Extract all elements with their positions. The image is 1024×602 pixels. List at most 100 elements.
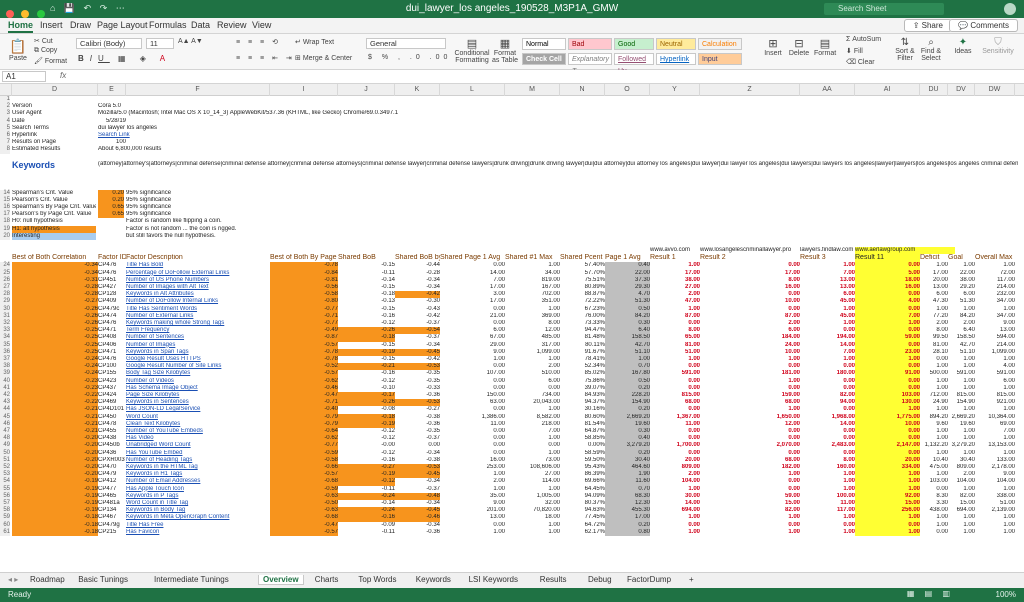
cut-button[interactable]: ✂ Cut <box>34 37 53 45</box>
font-style-buttons[interactable]: BIU ▦ ◈ A <box>78 54 171 63</box>
row-number[interactable]: 48 <box>0 435 10 443</box>
table-header[interactable]: Shared #1 Max <box>505 254 560 262</box>
row-number[interactable]: 8 <box>0 146 10 154</box>
row-number[interactable]: 25 <box>0 269 10 277</box>
table-header[interactable]: Deficit <box>920 254 948 262</box>
factor-description-link[interactable]: Term Frequency <box>126 327 270 334</box>
row-number[interactable]: 41 <box>0 384 10 392</box>
row-number[interactable]: 40 <box>0 377 10 385</box>
factor-description-link[interactable]: Number of Heading Tags <box>126 457 270 464</box>
row-number[interactable]: 42 <box>0 392 10 400</box>
row-number[interactable]: 5 <box>0 124 10 132</box>
column-header[interactable]: M <box>505 84 560 96</box>
row-number[interactable]: 14 <box>0 189 10 197</box>
style-followed-hyperlink[interactable]: Followed Hy... <box>614 53 654 75</box>
factor-description-link[interactable]: Clean Text Kilobytes <box>126 421 270 428</box>
factor-description-link[interactable]: Google Result Number of Site Links <box>126 363 270 370</box>
factor-description-link[interactable]: Has YouTube Embed <box>126 450 270 457</box>
row-number[interactable]: 28 <box>0 291 10 299</box>
row-number[interactable]: 19 <box>0 225 10 233</box>
style-input[interactable]: Input <box>698 53 742 65</box>
factor-description-link[interactable]: Title Has Bold <box>126 262 270 269</box>
column-header[interactable]: I <box>270 84 338 96</box>
factor-description-link[interactable]: Has Apple Touch Icon <box>126 486 270 493</box>
row-number[interactable]: 45 <box>0 413 10 421</box>
align-left-icons[interactable]: ≡ ≡ ≡ ⇤ ⇥ <box>236 54 295 62</box>
clear-button[interactable]: ⌫ Clear <box>846 58 875 66</box>
factor-description-link[interactable]: Number of DoFollow Internal Links <box>126 298 270 305</box>
table-header[interactable]: Shared BoB by Page <box>395 254 440 262</box>
factor-description-link[interactable]: Keywords in Sentences <box>126 399 270 406</box>
row-number[interactable]: 29 <box>0 298 10 306</box>
find-select-button[interactable]: ⌕ Find & Select <box>920 37 942 62</box>
factor-description-link[interactable]: Number of Images <box>126 342 270 349</box>
row-number[interactable]: 46 <box>0 420 10 428</box>
style-good[interactable]: Good <box>614 38 654 50</box>
sheet-tab[interactable]: Results <box>536 575 571 584</box>
tab-page-layout[interactable]: Page Layout <box>97 20 148 30</box>
comments-button[interactable]: 💬 Comments <box>949 19 1018 32</box>
tab-view[interactable]: View <box>252 20 271 30</box>
factor-description-link[interactable]: Keywords in Body Tag <box>126 507 270 514</box>
column-header[interactable]: O <box>605 84 650 96</box>
factor-description-link[interactable]: Has JSON-LD LegalService <box>126 406 270 413</box>
factor-description-link[interactable]: Word Count in Title Tag <box>126 500 270 507</box>
row-number[interactable]: 1 <box>0 96 10 104</box>
font-name-select[interactable]: Calibri (Body) <box>76 38 142 49</box>
sensitivity-button[interactable]: ⛉ Sensitivity <box>980 37 1016 55</box>
sheet-tab[interactable]: LSI Keywords <box>465 575 522 584</box>
style-calculation[interactable]: Calculation <box>698 38 742 50</box>
style-normal[interactable]: Normal <box>522 38 566 50</box>
row-number[interactable]: 16 <box>0 204 10 212</box>
user-avatar[interactable] <box>1004 3 1016 15</box>
column-header[interactable]: DV <box>948 84 975 96</box>
style-explanatory[interactable]: Explanatory T... <box>568 53 612 75</box>
factor-description-link[interactable]: Word Count <box>126 414 270 421</box>
row-number[interactable]: 43 <box>0 399 10 407</box>
row-number[interactable]: 4 <box>0 117 10 125</box>
column-header[interactable]: DW <box>975 84 1015 96</box>
factor-description-link[interactable]: Keywords in Meta OpenGraph Content <box>126 514 270 521</box>
row-number[interactable]: 35 <box>0 341 10 349</box>
row-number[interactable]: 57 <box>0 500 10 508</box>
factor-description-link[interactable]: Title Has Sentiment Words <box>126 306 270 313</box>
view-mode-icons[interactable]: ▦ ▤ ▥ <box>907 589 954 598</box>
table-header[interactable]: Goal <box>948 254 975 262</box>
sheet-tab[interactable]: Overview <box>258 575 304 585</box>
search-sheet-input[interactable]: Search Sheet <box>824 3 944 15</box>
row-number[interactable]: 52 <box>0 464 10 472</box>
row-number[interactable]: 15 <box>0 196 10 204</box>
row-number[interactable]: 38 <box>0 363 10 371</box>
row-number[interactable]: 20 <box>0 232 10 240</box>
spreadsheet-grid[interactable]: 1 2 Version Cora 5.0 3 User Agent Mozilla/5.0 … <box>0 96 1024 570</box>
wrap-text-button[interactable]: ↵ Wrap Text <box>295 38 334 46</box>
factor-description-link[interactable]: Number of Images with Alt Text <box>126 284 270 291</box>
factor-description-link[interactable]: Page Size Kilobytes <box>126 392 270 399</box>
factor-description-link[interactable]: Keywords in Span Tags <box>126 349 270 356</box>
factor-description-link[interactable]: Keywords in the HTML Tag <box>126 464 270 471</box>
tab-formulas[interactable]: Formulas <box>149 20 187 30</box>
table-header[interactable]: Page 1 Avg <box>605 254 650 262</box>
style-bad[interactable]: Bad <box>568 38 612 50</box>
factor-description-link[interactable]: Number of Sentences <box>126 334 270 341</box>
factor-description-link[interactable]: Title Has Free <box>126 522 270 529</box>
conditional-formatting-button[interactable]: ▤ Conditional Formatting <box>454 37 490 64</box>
factor-description-link[interactable]: Number of US Phone Numbers <box>126 277 270 284</box>
sheet-tab[interactable]: Top Words <box>354 575 400 584</box>
column-header[interactable]: Z <box>700 84 800 96</box>
zoom-level[interactable]: 100% <box>996 590 1016 599</box>
row-number[interactable]: 26 <box>0 276 10 284</box>
search-link[interactable]: Search Link <box>98 132 398 139</box>
column-header[interactable]: D <box>12 84 98 96</box>
table-header[interactable]: Overall Max <box>975 254 1015 262</box>
factor-description-link[interactable]: Keywords making whole Strong Tags <box>126 320 270 327</box>
row-number[interactable]: 17 <box>0 211 10 219</box>
factor-description-link[interactable]: Body Tag Size Kilobytes <box>126 370 270 377</box>
row-number[interactable]: 53 <box>0 471 10 479</box>
style-neutral[interactable]: Neutral <box>656 38 696 50</box>
sheet-tab[interactable]: Roadmap <box>26 575 69 584</box>
style-check-cell[interactable]: Check Cell <box>522 53 566 65</box>
row-number[interactable]: 33 <box>0 327 10 335</box>
row-number[interactable]: 51 <box>0 456 10 464</box>
column-header[interactable]: E <box>98 84 126 96</box>
